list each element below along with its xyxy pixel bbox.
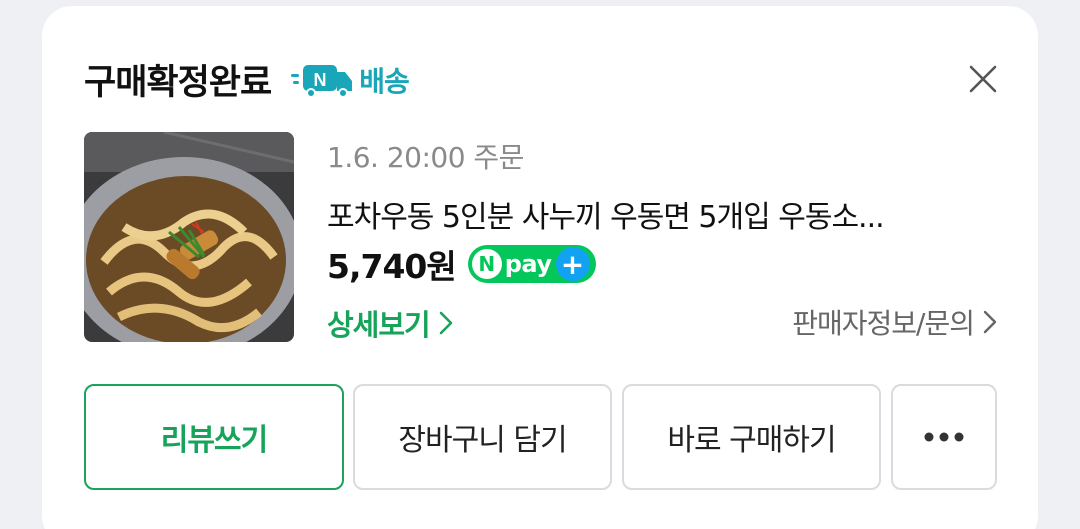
product-name[interactable]: 포차우동 5인분 사누끼 우동면 5개입 우동소... xyxy=(327,192,997,236)
delivery-truck-icon: N xyxy=(291,64,353,98)
product-price: 5,740원 xyxy=(327,247,457,286)
udon-bowl-image xyxy=(84,132,294,342)
order-card: 구매확정완료 N 배송 1.6. 20:00 주문 포차우동 5인분 사누끼 우… xyxy=(42,6,1038,529)
more-dots-icon xyxy=(924,432,964,442)
close-icon xyxy=(969,65,997,93)
npay-plus-badge: N pay + xyxy=(467,245,596,283)
order-status-title: 구매확정완료 xyxy=(84,63,272,103)
order-date: 1.6. 20:00 주문 xyxy=(327,141,524,174)
details-link-label: 상세보기 xyxy=(327,308,431,342)
write-review-button[interactable]: 리뷰쓰기 xyxy=(84,384,344,490)
price-row: 5,740원 N pay + xyxy=(327,240,596,288)
add-to-cart-button[interactable]: 장바구니 담기 xyxy=(353,384,612,490)
buy-now-button[interactable]: 바로 구매하기 xyxy=(622,384,881,490)
more-options-button[interactable] xyxy=(891,384,997,490)
product-thumbnail[interactable] xyxy=(84,132,294,342)
details-link[interactable]: 상세보기 xyxy=(327,302,454,344)
plus-icon: + xyxy=(555,247,590,281)
chevron-right-icon xyxy=(983,310,997,334)
close-button[interactable] xyxy=(968,64,998,94)
delivery-badge: N 배송 xyxy=(291,60,410,100)
svg-text:N: N xyxy=(314,70,327,90)
chevron-right-icon xyxy=(439,311,453,335)
seller-info-label: 판매자정보/문의 xyxy=(792,307,975,340)
npay-label: pay xyxy=(504,250,552,278)
naver-n-icon: N xyxy=(471,249,502,279)
delivery-label: 배송 xyxy=(359,64,410,98)
order-header: 구매확정완료 N 배송 xyxy=(84,54,410,105)
seller-info-link[interactable]: 판매자정보/문의 xyxy=(792,302,998,342)
